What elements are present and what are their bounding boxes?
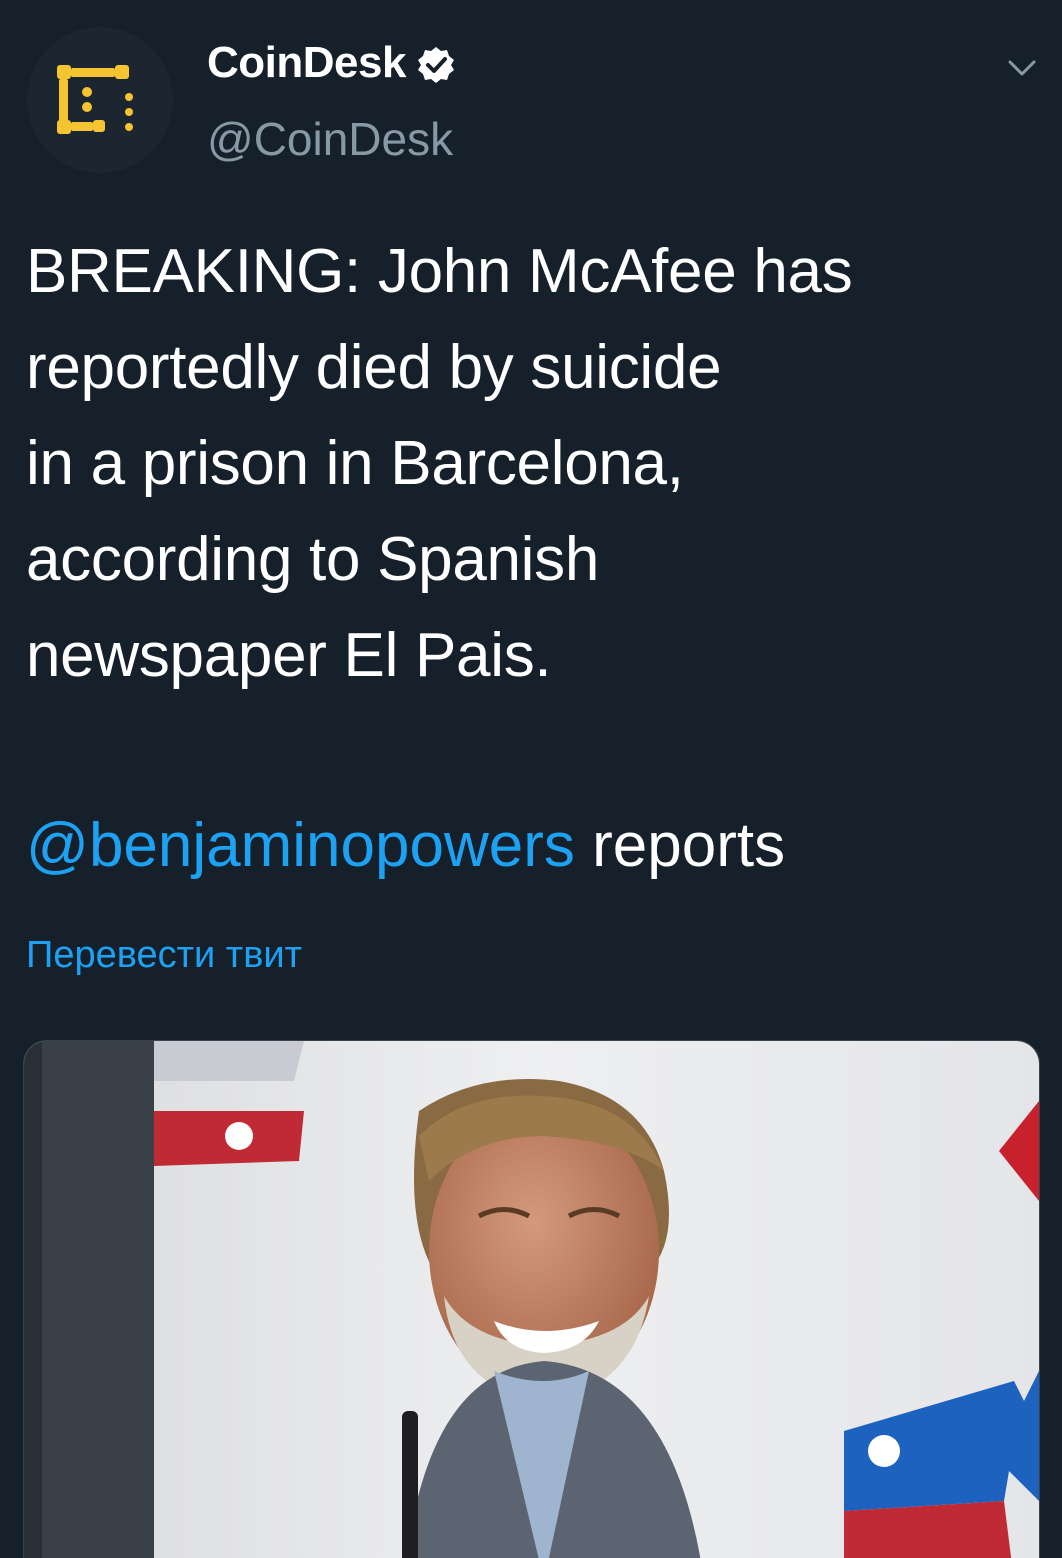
tweet-text-line: BREAKING: John McAfee has bbox=[26, 237, 853, 306]
author-handle[interactable]: @CoinDesk bbox=[207, 112, 453, 166]
tweet-menu-button[interactable] bbox=[1000, 50, 1044, 86]
tweet-text-line: newspaper El Pais. bbox=[26, 621, 552, 690]
mention-link[interactable]: @benjaminopowers bbox=[26, 811, 575, 880]
tweet-text: BREAKING: John McAfee has reportedly die… bbox=[26, 224, 1036, 704]
tweet-text-line: reportedly died by suicide bbox=[26, 333, 722, 402]
avatar[interactable] bbox=[27, 27, 173, 173]
tweet-text-line: according to Spanish bbox=[26, 525, 600, 594]
author-name-row[interactable]: CoinDesk bbox=[207, 38, 456, 88]
photo-man-smiling bbox=[24, 1041, 1039, 1558]
coindesk-logo-icon bbox=[27, 27, 173, 173]
tweet-text-line: in a prison in Barcelona, bbox=[26, 429, 684, 498]
mention-line: @benjaminopowers reports bbox=[26, 798, 785, 894]
verified-badge-icon bbox=[417, 47, 454, 83]
translate-tweet-link[interactable]: Перевести твит bbox=[26, 934, 302, 977]
author-name[interactable]: CoinDesk bbox=[207, 38, 406, 88]
tweet[interactable]: CoinDesk @CoinDesk BREAKING: John McAfee… bbox=[0, 0, 1062, 1558]
tweet-media[interactable] bbox=[23, 1040, 1040, 1558]
chevron-down-icon bbox=[1008, 60, 1036, 76]
mention-suffix: reports bbox=[574, 811, 786, 880]
